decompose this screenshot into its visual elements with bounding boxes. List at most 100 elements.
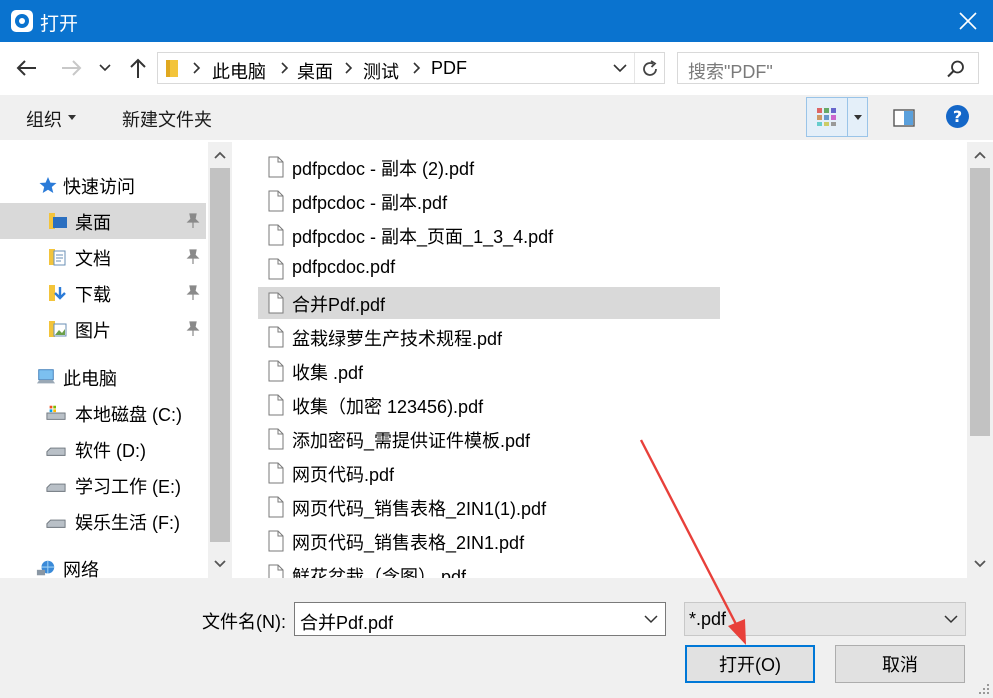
new-folder-button[interactable]: 新建文件夹 [122, 106, 212, 132]
scroll-down-icon[interactable] [214, 560, 226, 568]
scroll-down-icon[interactable] [974, 560, 986, 568]
file-name: 添加密码_需提供证件模板.pdf [292, 431, 531, 451]
documents-folder-icon [49, 249, 66, 266]
nav-drive-c[interactable]: 本地磁盘 (C:) [0, 395, 206, 431]
system-drive-icon [46, 405, 66, 420]
app-icon [11, 10, 33, 32]
file-item[interactable]: pdfpcdoc.pdf [258, 253, 720, 285]
title-bar: 打开 [0, 0, 993, 42]
file-icon [268, 224, 284, 246]
nav-pictures[interactable]: 图片 [0, 311, 206, 347]
file-name: 鲜花盆栽（含图）.pdf [292, 567, 467, 578]
pin-icon[interactable] [186, 249, 200, 265]
arrow-right-icon [62, 60, 82, 76]
file-item[interactable]: 网页代码.pdf [258, 457, 720, 489]
svg-text:?: ? [953, 107, 962, 126]
file-icon [268, 258, 284, 280]
desktop-folder-icon [49, 213, 67, 229]
breadcrumb-pdf[interactable]: PDF [431, 58, 467, 79]
nav-drive-e[interactable]: 学习工作 (E:) [0, 467, 206, 503]
nav-scrollbar[interactable] [208, 142, 232, 578]
nav-network[interactable]: 网络 [0, 550, 206, 578]
arrow-left-icon [16, 60, 36, 76]
file-item[interactable]: 网页代码_销售表格_2IN1(1).pdf [258, 491, 720, 523]
star-icon [39, 177, 57, 193]
nav-drive-f[interactable]: 娱乐生活 (F:) [0, 503, 206, 539]
cancel-button[interactable]: 取消 [835, 645, 965, 683]
up-button[interactable] [124, 54, 152, 82]
file-name: 收集（加密 123456).pdf [292, 397, 484, 417]
chevron-down-icon [99, 64, 111, 72]
file-item[interactable]: 合并Pdf.pdf [258, 287, 720, 319]
nav-drive-d[interactable]: 软件 (D:) [0, 431, 206, 467]
address-bar[interactable]: 此电脑 桌面 测试 PDF [157, 52, 665, 84]
file-item[interactable]: pdfpcdoc - 副本.pdf [258, 185, 720, 217]
pin-icon[interactable] [186, 321, 200, 337]
nav-quick-access[interactable]: 快速访问 [0, 167, 206, 203]
file-list: pdfpcdoc - 副本 (2).pdf pdfpcdoc - 副本.pdf pd… [234, 142, 993, 578]
file-list-scrollbar[interactable] [967, 142, 993, 578]
nav-desktop[interactable]: 桌面 [0, 203, 206, 239]
file-type-select[interactable]: *.pdf [684, 602, 966, 636]
chevron-down-icon[interactable] [613, 64, 627, 73]
file-icon [268, 190, 284, 212]
breadcrumb-this-pc[interactable]: 此电脑 [212, 58, 266, 84]
nav-scroll-thumb[interactable] [210, 168, 230, 542]
nav-this-pc[interactable]: 此电脑 [0, 359, 206, 395]
network-icon [36, 560, 55, 576]
back-button[interactable] [12, 54, 40, 82]
help-icon[interactable]: ? [945, 104, 970, 129]
nav-downloads[interactable]: 下载 [0, 275, 206, 311]
drive-icon [46, 447, 66, 456]
file-scroll-thumb[interactable] [970, 168, 990, 436]
chevron-down-icon [944, 615, 958, 624]
chevron-right-icon [193, 62, 201, 74]
scroll-up-icon[interactable] [214, 151, 226, 159]
file-icon [268, 496, 284, 518]
nav-documents[interactable]: 文档 [0, 239, 206, 275]
command-toolbar: 组织 新建文件夹 ? [0, 95, 993, 140]
recent-locations-button[interactable] [92, 54, 118, 82]
filename-value: 合并Pdf.pdf [300, 613, 394, 633]
close-button[interactable] [943, 0, 993, 42]
file-item[interactable]: pdfpcdoc - 副本 (2).pdf [258, 151, 720, 183]
preview-pane-icon[interactable] [893, 109, 915, 127]
file-item[interactable]: 鲜花盆栽（含图）.pdf [258, 559, 720, 578]
dialog-footer: 文件名(N): 合并Pdf.pdf *.pdf 打开(O) 取消 [0, 578, 993, 698]
file-icon [268, 564, 284, 578]
file-item[interactable]: pdfpcdoc - 副本_页面_1_3_4.pdf [258, 219, 720, 251]
organize-button[interactable]: 组织 [26, 106, 62, 132]
file-icon [268, 156, 284, 178]
window-title: 打开 [40, 14, 79, 35]
chevron-right-icon [281, 62, 289, 74]
pin-icon[interactable] [186, 285, 200, 301]
file-item[interactable]: 收集（加密 123456).pdf [258, 389, 720, 421]
file-name: 网页代码.pdf [292, 465, 395, 485]
scroll-up-icon[interactable] [974, 151, 986, 159]
search-icon [947, 60, 964, 78]
file-icon [268, 462, 284, 484]
file-item[interactable]: 收集 .pdf [258, 355, 720, 387]
open-button[interactable]: 打开(O) [685, 645, 815, 683]
chevron-down-icon[interactable] [644, 615, 658, 624]
file-item[interactable]: 网页代码_销售表格_2IN1.pdf [258, 525, 720, 557]
navigation-pane: 快速访问 桌面 文档 下载 图片 此电脑 本地磁盘 (C:) 软件 (D:) 学… [0, 142, 232, 578]
file-item[interactable]: 盆栽绿萝生产技术规程.pdf [258, 321, 720, 353]
folder-icon [166, 60, 178, 77]
close-icon [959, 12, 977, 30]
filename-input[interactable]: 合并Pdf.pdf [294, 602, 666, 636]
view-button[interactable] [806, 97, 868, 137]
filename-label: 文件名(N): [202, 612, 286, 632]
resize-grip-icon[interactable] [978, 683, 990, 695]
breadcrumb-desktop[interactable]: 桌面 [297, 58, 333, 84]
refresh-icon[interactable] [640, 59, 660, 79]
file-item[interactable]: 添加密码_需提供证件模板.pdf [258, 423, 720, 455]
forward-button[interactable] [58, 54, 86, 82]
view-tiles-icon [817, 108, 836, 126]
file-name: pdfpcdoc - 副本_页面_1_3_4.pdf [292, 227, 554, 247]
file-type-value: *.pdf [689, 609, 727, 629]
computer-icon [36, 369, 56, 384]
breadcrumb-test[interactable]: 测试 [363, 58, 399, 84]
search-input[interactable]: 搜索"PDF" [677, 52, 979, 84]
pin-icon[interactable] [186, 213, 200, 229]
